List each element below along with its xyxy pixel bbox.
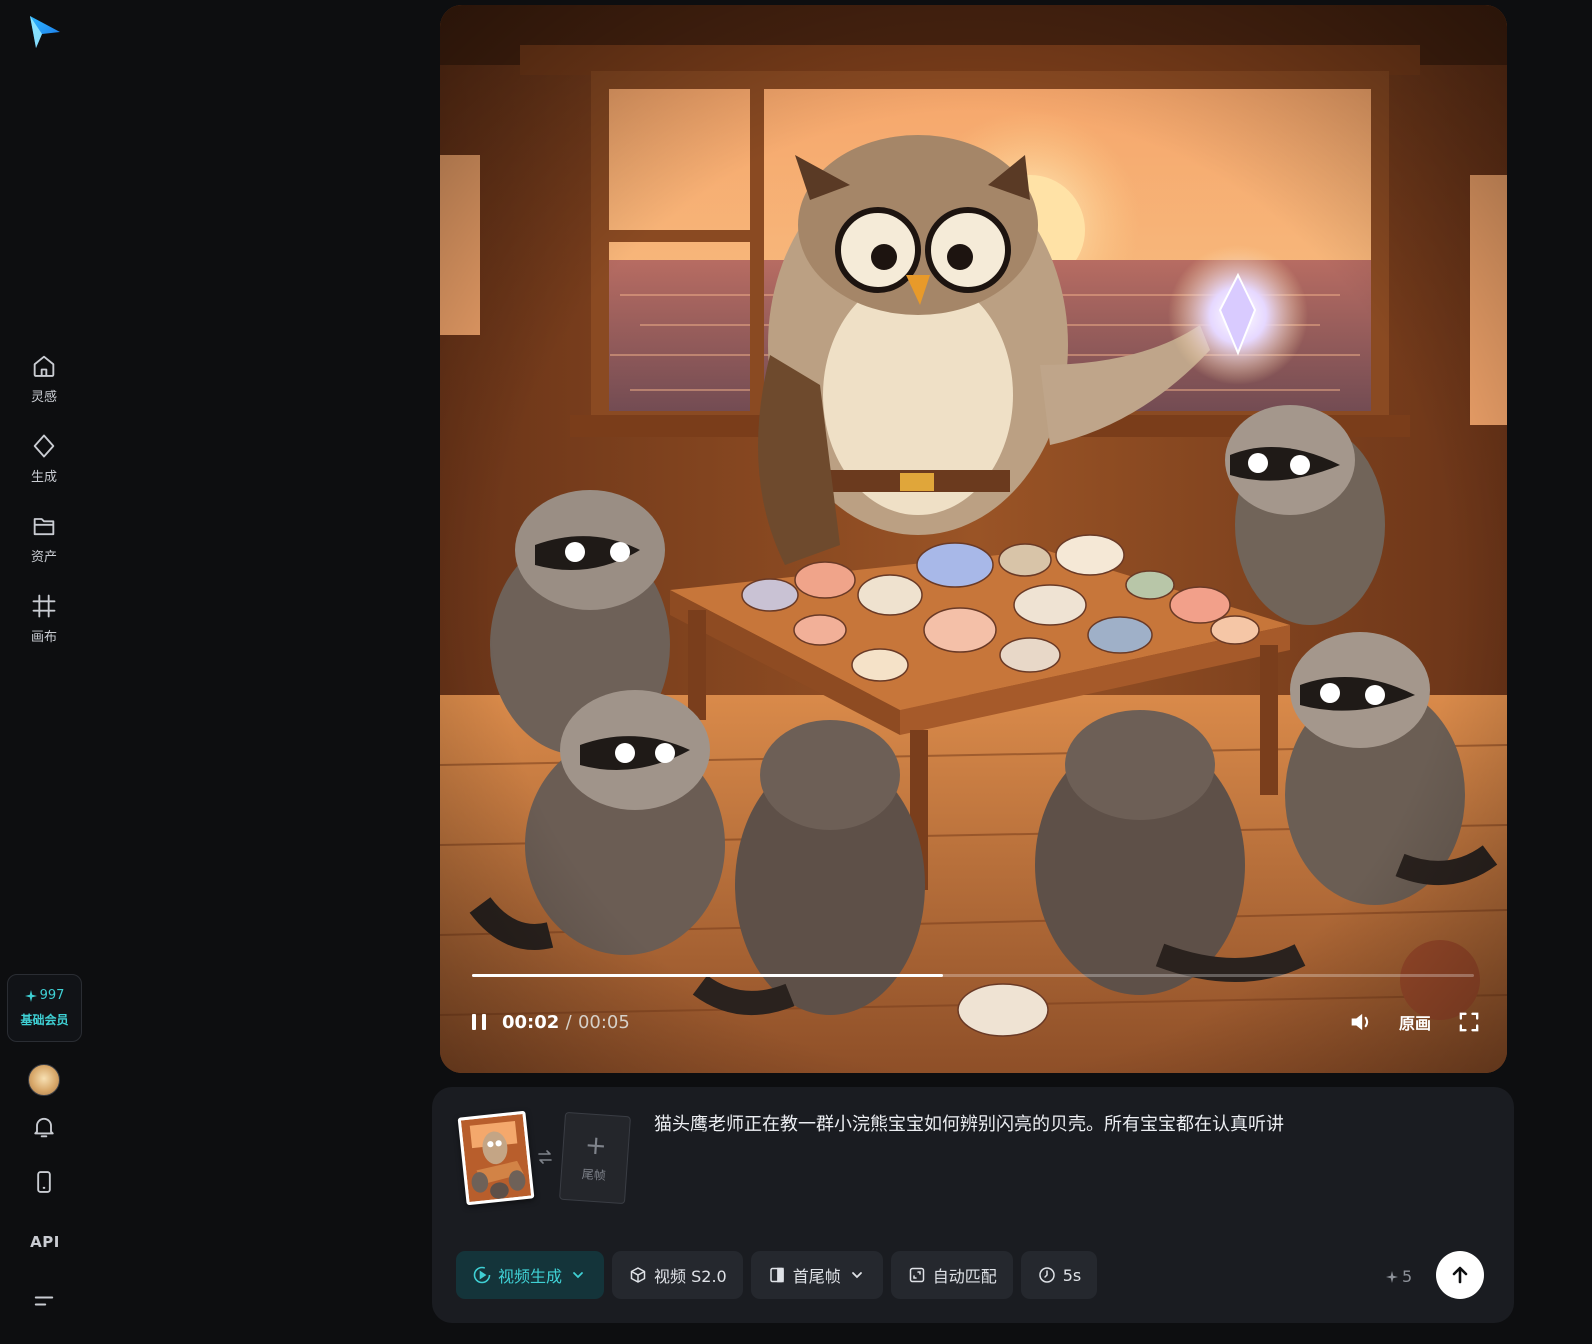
volume-icon[interactable] <box>1347 1008 1375 1036</box>
current-time: 00:02 <box>502 1011 560 1033</box>
prompt-input[interactable]: 猫头鹰老师正在教一群小浣熊宝宝如何辨别闪亮的贝壳。所有宝宝都在认真听讲 <box>654 1111 1474 1139</box>
video-player[interactable]: 00:02 / 00:05 原画 <box>440 5 1507 1073</box>
pause-icon-bar <box>482 1014 486 1030</box>
model-selector[interactable]: 视频 S2.0 <box>612 1251 743 1299</box>
mode-selector[interactable]: 视频生成 <box>456 1251 605 1299</box>
prompt-panel: + 尾帧 猫头鹰老师正在教一群小浣熊宝宝如何辨别闪亮的贝壳。所有宝宝都在认真听讲… <box>432 1087 1514 1323</box>
ratio-label: 自动匹配 <box>932 1267 997 1286</box>
home-icon <box>33 355 55 377</box>
avatar[interactable] <box>28 1064 60 1096</box>
player-controls: 00:02 / 00:05 原画 <box>464 1005 1483 1039</box>
end-frame-upload[interactable]: + 尾帧 <box>559 1111 631 1205</box>
credits-value: 997 <box>39 988 65 1003</box>
credits-membership-box[interactable]: 997 基础会员 <box>7 974 82 1042</box>
progress-fill <box>472 974 943 977</box>
duration-time: 00:05 <box>577 1011 630 1033</box>
first-frame-image <box>460 1113 532 1203</box>
model-label: 视频 S2.0 <box>654 1267 727 1286</box>
progress-bar[interactable] <box>472 974 1474 977</box>
sparkle-icon <box>1386 1270 1398 1283</box>
time-display: 00:02 / 00:05 <box>502 1012 630 1033</box>
nav-item-generate[interactable]: 生成 <box>14 432 74 498</box>
aspect-ratio-icon <box>909 1267 924 1283</box>
frames-selector[interactable]: 首尾帧 <box>750 1251 883 1299</box>
app-logo-icon[interactable] <box>24 12 64 52</box>
mode-label: 视频生成 <box>498 1267 563 1286</box>
nav-item-canvas[interactable]: 画布 <box>14 592 74 658</box>
nav-label-assets: 资产 <box>30 550 57 565</box>
plus-icon: + <box>583 1129 608 1162</box>
menu-icon[interactable] <box>30 1287 58 1315</box>
cost-value: 5 <box>1402 1267 1413 1286</box>
nav-label-inspiration: 灵感 <box>30 390 57 405</box>
mobile-icon[interactable] <box>30 1168 58 1196</box>
duration-label: 5s <box>1062 1265 1082 1285</box>
video-play-icon <box>473 1266 491 1284</box>
pause-button[interactable] <box>464 1007 494 1037</box>
nav-item-inspiration[interactable]: 灵感 <box>14 352 74 418</box>
nav-label-canvas: 画布 <box>30 630 57 645</box>
chevron-down-icon <box>851 1272 862 1279</box>
bell-icon[interactable] <box>30 1113 58 1141</box>
chevron-down-icon <box>573 1272 583 1279</box>
nav-item-assets[interactable]: 资产 <box>14 512 74 578</box>
api-link[interactable]: API <box>30 1233 60 1251</box>
arrow-up-icon <box>1452 1266 1468 1284</box>
swap-frames-icon[interactable] <box>535 1147 555 1167</box>
sparkle-icon <box>24 989 37 1002</box>
send-button[interactable] <box>1436 1251 1484 1299</box>
sidebar: 灵感 生成 资产 画布 997 基础会员 API <box>0 0 88 1344</box>
quality-selector[interactable]: 原画 <box>1399 1010 1431 1034</box>
folder-icon <box>33 518 55 536</box>
nav-label-generate: 生成 <box>30 470 57 485</box>
frames-icon <box>769 1267 784 1283</box>
generation-toolbar: 视频生成 视频 S2.0 首尾帧 自动匹配 5s <box>456 1251 1098 1299</box>
time-separator: / <box>565 1011 572 1033</box>
fullscreen-icon[interactable] <box>1455 1008 1483 1036</box>
membership-tier: 基础会员 <box>20 1013 69 1027</box>
video-frame-image <box>440 5 1507 1073</box>
generation-cost: 5 <box>1386 1267 1412 1286</box>
cube-icon <box>630 1267 646 1283</box>
clock-icon <box>1039 1267 1055 1283</box>
frames-label: 首尾帧 <box>792 1267 841 1286</box>
duration-selector[interactable]: 5s <box>1020 1251 1098 1299</box>
credits-count: 997 <box>24 988 65 1003</box>
ratio-selector[interactable]: 自动匹配 <box>890 1251 1013 1299</box>
end-frame-label: 尾帧 <box>581 1166 607 1183</box>
canvas-grid-icon <box>32 594 56 618</box>
pause-icon-bar <box>472 1014 476 1030</box>
first-frame-thumbnail[interactable] <box>457 1110 535 1206</box>
diamond-icon <box>33 434 55 458</box>
